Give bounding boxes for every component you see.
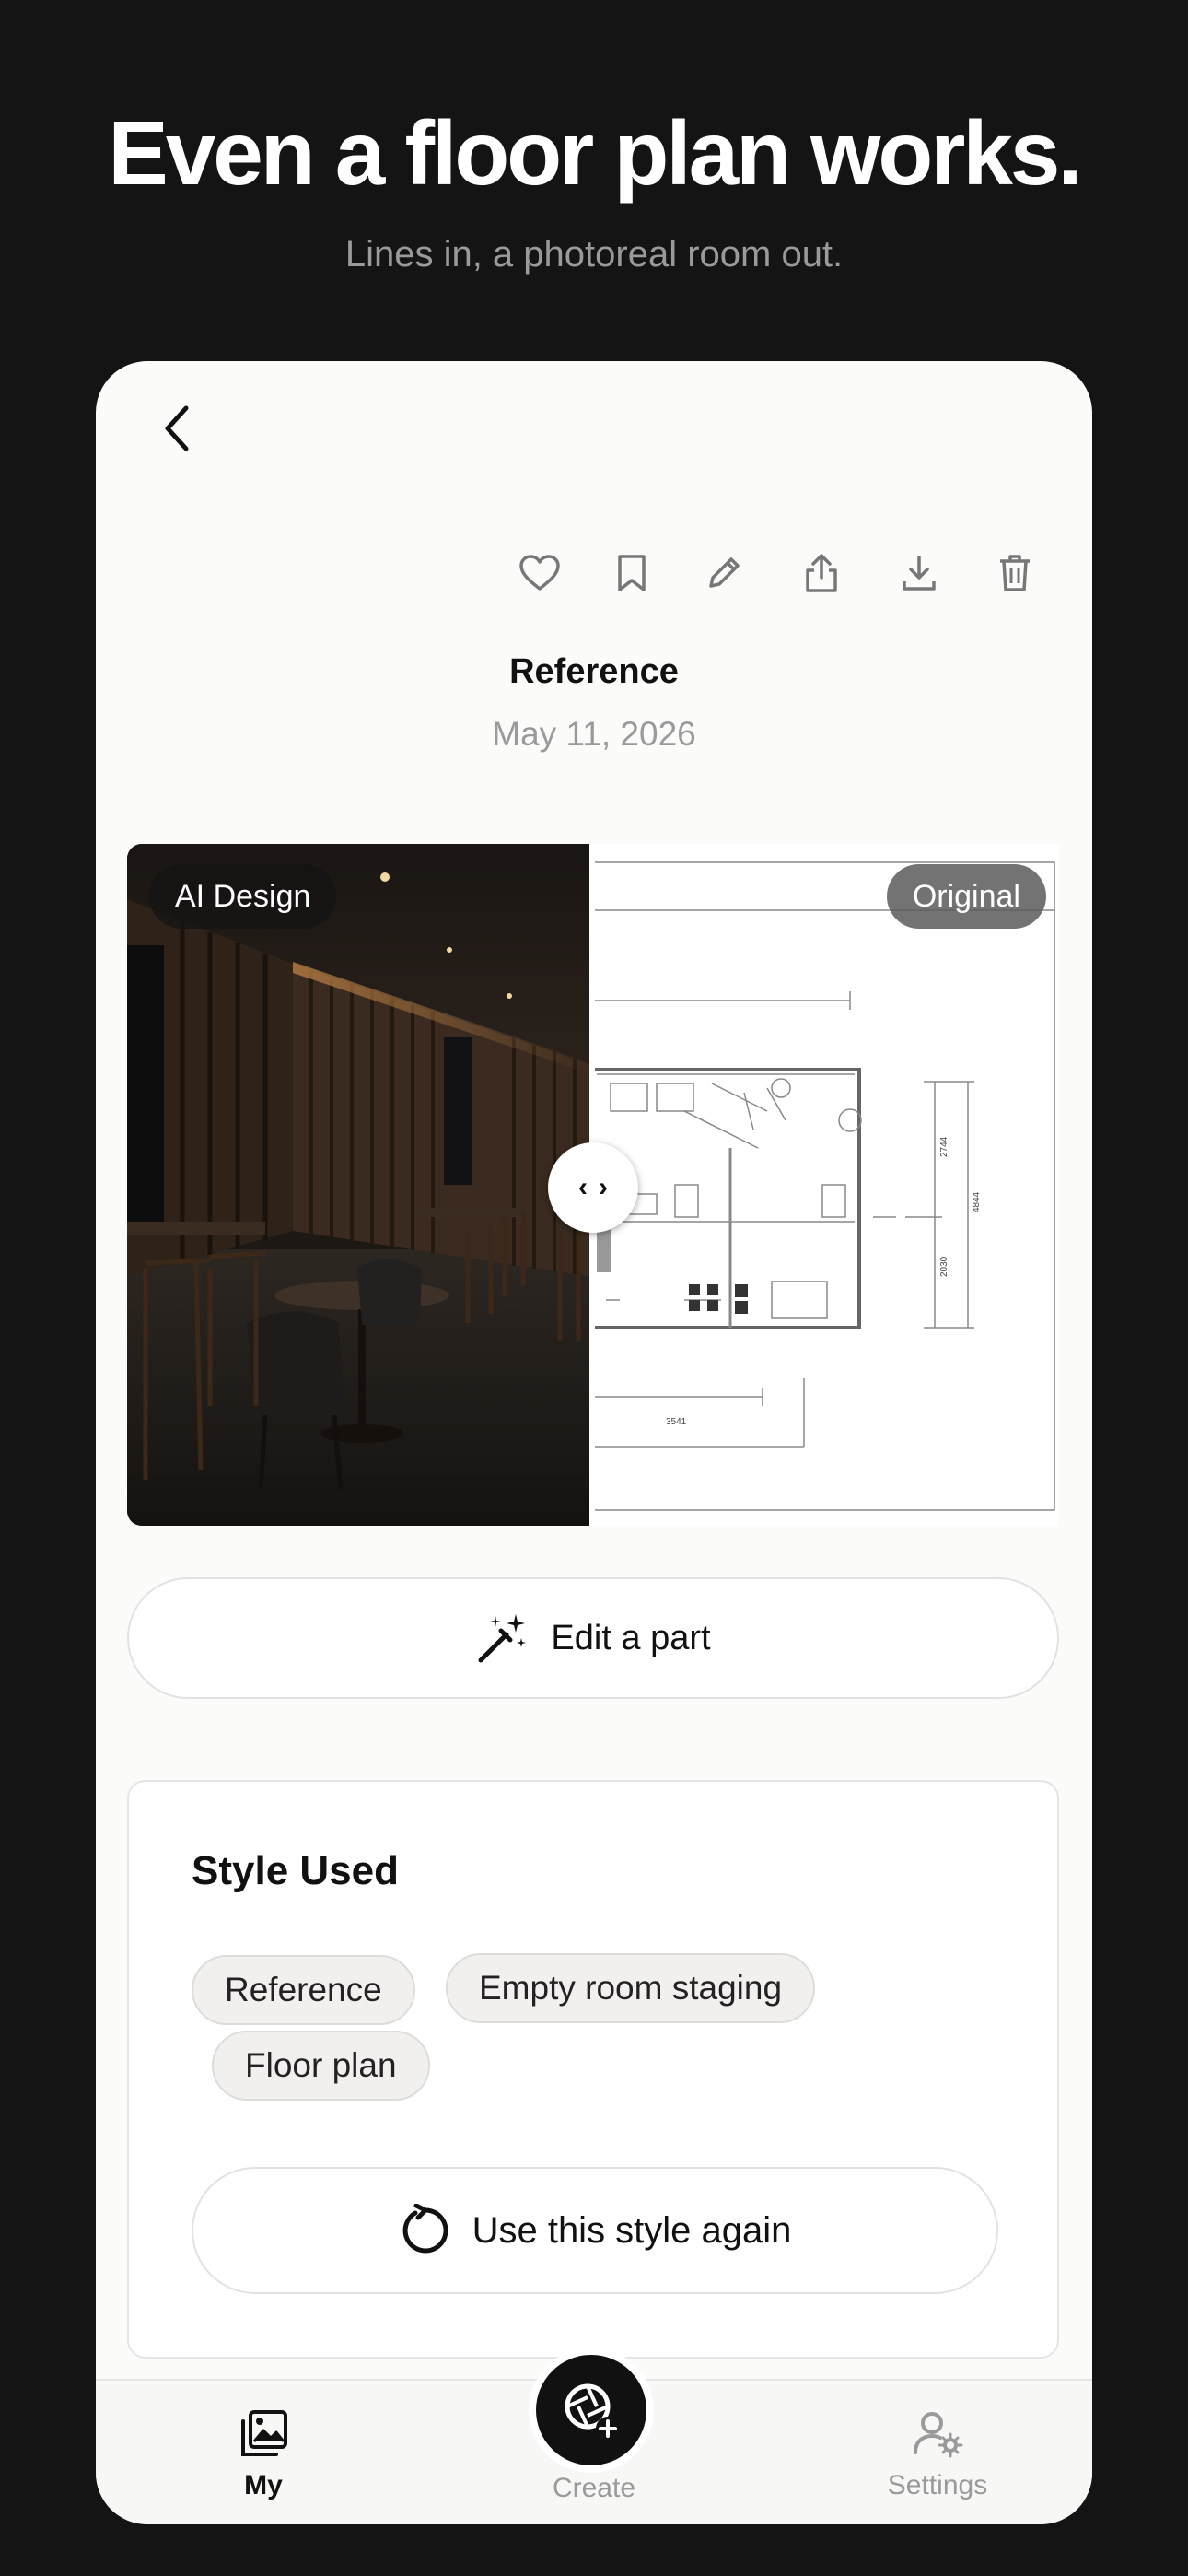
- promo-subline: Lines in, a photoreal room out.: [344, 234, 844, 275]
- bookmark-icon: [618, 555, 646, 591]
- chevron-left-icon: ‹: [578, 1172, 588, 1202]
- app-screen: Reference May 11, 2026 3541 2744 2030 48…: [96, 361, 1092, 2524]
- tab-my-label: My: [244, 2470, 283, 2500]
- style-chip-empty-room-staging[interactable]: Empty room staging: [446, 1953, 816, 2023]
- gallery-icon: [241, 2410, 287, 2456]
- share-button[interactable]: [794, 545, 849, 601]
- create-button[interactable]: [529, 2348, 654, 2473]
- share-icon: [806, 554, 837, 592]
- back-button[interactable]: [151, 396, 203, 461]
- bookmark-button[interactable]: [604, 545, 659, 601]
- original-label: Original: [886, 864, 1046, 929]
- tab-create-label: Create: [552, 2473, 636, 2503]
- delete-button[interactable]: [987, 545, 1042, 601]
- tab-create[interactable]: Create: [511, 2473, 677, 2504]
- download-icon: [903, 556, 936, 591]
- plan-dim-height-top: 2744: [939, 1136, 949, 1157]
- pencil-icon: [709, 557, 740, 588]
- bottom-tab-bar: My Create Settings: [96, 2348, 1092, 2524]
- action-toolbar: [96, 545, 1092, 601]
- tab-settings-label: Settings: [887, 2470, 988, 2500]
- tab-settings[interactable]: Settings: [855, 2408, 1020, 2501]
- magic-wand-icon: [478, 1614, 527, 1663]
- user-gear-icon: [914, 2412, 963, 2458]
- trash-icon: [1000, 555, 1030, 591]
- heart-icon: [519, 555, 560, 591]
- edit-a-part-button[interactable]: Edit a part: [127, 1577, 1059, 1699]
- ai-design-label: AI Design: [149, 864, 337, 929]
- style-chip-reference[interactable]: Reference: [192, 1955, 415, 2025]
- style-used-card: Style Used Reference Empty room staging …: [127, 1780, 1059, 2359]
- comparison-slider-handle[interactable]: ‹ ›: [548, 1142, 638, 1233]
- style-chip-floor-plan[interactable]: Floor plan: [212, 2031, 430, 2101]
- use-style-again-label: Use this style again: [472, 2209, 792, 2251]
- plan-dim-total: 4844: [972, 1191, 982, 1212]
- design-date: May 11, 2026: [492, 715, 696, 753]
- favorite-button[interactable]: [512, 545, 567, 601]
- chevron-left-icon: [165, 405, 189, 451]
- download-button[interactable]: [891, 545, 947, 601]
- design-title: Reference: [509, 652, 679, 691]
- camera-plus-icon: [565, 2383, 620, 2441]
- promo-headline: Even a floor plan works.: [108, 102, 1082, 204]
- edit-button[interactable]: [696, 545, 751, 601]
- tab-my[interactable]: My: [181, 2408, 346, 2501]
- rotate-icon: [402, 2204, 448, 2254]
- use-style-again-button[interactable]: Use this style again: [192, 2167, 998, 2294]
- before-after-comparison[interactable]: 3541 2744 2030 4844 ‹ › AI Design Origin…: [127, 844, 1059, 1526]
- edit-a-part-label: Edit a part: [551, 1618, 711, 1657]
- chevron-right-icon: ›: [599, 1172, 608, 1202]
- original-floor-plan-image: 3541 2744 2030 4844: [590, 844, 1059, 1526]
- plan-dim-width: 3541: [666, 1417, 687, 1427]
- ai-design-image: [127, 844, 592, 1526]
- plan-dim-height-bottom: 2030: [939, 1256, 949, 1277]
- style-used-title: Style Used: [192, 1848, 399, 1893]
